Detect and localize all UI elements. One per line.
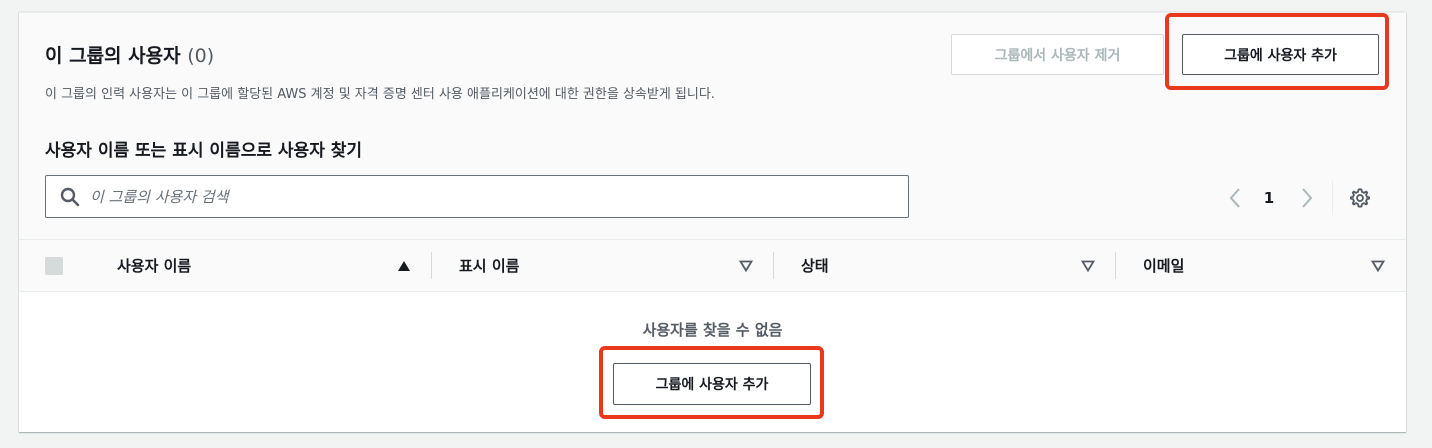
- search-box[interactable]: [45, 175, 909, 218]
- column-label-display-name: 표시 이름: [459, 257, 520, 275]
- column-separator[interactable]: [1115, 252, 1116, 279]
- column-header-username[interactable]: 사용자 이름: [117, 240, 191, 291]
- panel-header: 이 그룹의 사용자 (0) 이 그룹의 인력 사용자는 이 그룹에 할당된 AW…: [19, 13, 1406, 239]
- column-label-email: 이메일: [1143, 257, 1185, 275]
- remove-user-from-group-button[interactable]: 그룹에서 사용자 제거: [951, 34, 1164, 75]
- chevron-right-icon: [1302, 188, 1313, 208]
- panel-description: 이 그룹의 인력 사용자는 이 그룹에 할당된 AWS 계정 및 자격 증명 센…: [45, 87, 715, 102]
- column-label-status: 상태: [801, 257, 829, 275]
- column-header-display-name[interactable]: 표시 이름: [459, 240, 519, 291]
- search-label: 사용자 이름 또는 표시 이름으로 사용자 찾기: [45, 141, 363, 161]
- column-header-email[interactable]: 이메일: [1143, 240, 1184, 291]
- caret-down-outline-icon: [1371, 260, 1385, 272]
- previous-page-button[interactable]: [1223, 183, 1247, 213]
- users-in-group-panel: 이 그룹의 사용자 (0) 이 그룹의 인력 사용자는 이 그룹에 할당된 AW…: [19, 12, 1406, 432]
- search-input[interactable]: [90, 176, 890, 217]
- panel-title: 이 그룹의 사용자 (0): [45, 41, 214, 68]
- gear-icon: [1349, 188, 1371, 208]
- panel-title-text: 이 그룹의 사용자: [45, 45, 181, 67]
- caret-up-icon: [398, 260, 410, 271]
- user-count: (0): [187, 45, 215, 67]
- empty-state-add-user-button[interactable]: 그룹에 사용자 추가: [613, 363, 811, 405]
- current-page-number[interactable]: 1: [1257, 183, 1281, 213]
- column-header-status[interactable]: 상태: [801, 240, 829, 291]
- add-user-to-group-button[interactable]: 그룹에 사용자 추가: [1182, 34, 1379, 75]
- caret-down-outline-icon: [739, 260, 753, 272]
- select-all-checkbox[interactable]: [45, 257, 63, 275]
- search-icon: [60, 187, 80, 207]
- column-separator[interactable]: [773, 252, 774, 279]
- empty-state-message: 사용자를 찾을 수 없음: [642, 321, 783, 339]
- table-header-row: 사용자 이름 표시 이름 상태 이메일: [19, 239, 1406, 292]
- chevron-left-icon: [1229, 188, 1240, 208]
- pagination-divider: [1332, 181, 1333, 215]
- caret-down-outline-icon: [1081, 260, 1095, 272]
- sort-display-name[interactable]: [739, 240, 753, 291]
- sort-email[interactable]: [1371, 240, 1385, 291]
- column-label-username: 사용자 이름: [117, 257, 192, 275]
- column-separator[interactable]: [431, 252, 432, 279]
- next-page-button[interactable]: [1295, 183, 1319, 213]
- table-preferences-button[interactable]: [1345, 183, 1375, 213]
- sort-status[interactable]: [1081, 240, 1095, 291]
- sort-username[interactable]: [397, 240, 411, 291]
